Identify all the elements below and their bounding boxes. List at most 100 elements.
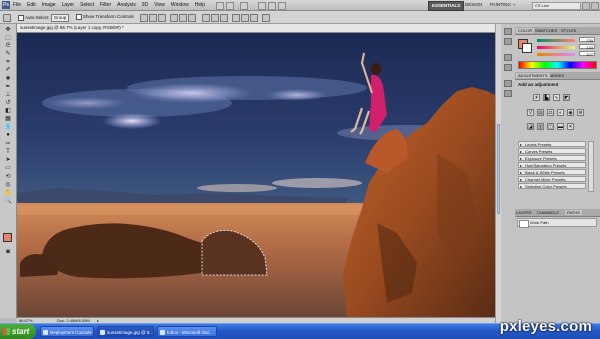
menu-image[interactable]: Image — [42, 2, 56, 8]
menu-3d[interactable]: 3D — [142, 2, 148, 8]
tab-layers[interactable]: LAYERS — [516, 210, 532, 215]
preset-black-white[interactable]: Black & White Presets — [518, 169, 586, 175]
color-balance-icon[interactable]: ⚖ — [547, 109, 554, 116]
distribute-top-icon[interactable] — [202, 14, 210, 22]
curves-icon[interactable]: ∿ — [553, 94, 560, 101]
task-photoshop[interactable]: sunsetimage.jpg @ 6... — [97, 326, 154, 337]
healing-brush-tool-icon[interactable]: ✚ — [4, 76, 12, 83]
path-row[interactable]: Work Path — [517, 218, 597, 228]
3d-rotate-tool-icon[interactable]: ⟲ — [4, 174, 12, 181]
red-slider[interactable]: R 230 — [517, 37, 599, 43]
invert-icon[interactable]: ◪ — [527, 123, 534, 130]
preset-hue-saturation[interactable]: Hue/Saturation Presets — [518, 162, 586, 168]
auto-align-icon[interactable] — [262, 14, 270, 22]
shape-tool-icon[interactable]: ▭ — [4, 165, 12, 172]
history-brush-tool-icon[interactable]: ↺ — [4, 100, 12, 107]
pen-tool-icon[interactable]: ✑ — [4, 141, 12, 148]
screen-mode-icon[interactable] — [278, 2, 286, 10]
posterize-icon[interactable]: ▥ — [537, 123, 544, 130]
vibrance-icon[interactable]: V — [527, 109, 534, 116]
quick-selection-tool-icon[interactable]: ✎ — [4, 51, 12, 58]
tab-styles[interactable]: STYLES — [561, 28, 576, 33]
blur-tool-icon[interactable]: 💧 — [4, 124, 12, 131]
distribute-center-icon[interactable] — [241, 14, 249, 22]
eraser-tool-icon[interactable]: ◧ — [4, 108, 12, 115]
image-canvas[interactable] — [17, 33, 495, 317]
menu-help[interactable]: Help — [195, 2, 205, 8]
brushes-panel-icon[interactable] — [504, 54, 512, 61]
tab-paths[interactable]: PATHS — [565, 210, 582, 215]
gradient-map-icon[interactable]: ▬ — [557, 123, 564, 130]
preset-curves[interactable]: Curves Presets — [518, 148, 586, 154]
menu-analysis[interactable]: Analysis — [117, 2, 136, 8]
3d-orbit-tool-icon[interactable]: ◎ — [4, 182, 12, 189]
preset-levels[interactable]: Levels Presets — [518, 141, 586, 147]
green-value[interactable]: 133 — [579, 44, 595, 50]
black-white-icon[interactable]: ◐ — [557, 109, 564, 116]
type-tool-icon[interactable]: T — [4, 149, 12, 156]
mini-bridge-icon[interactable] — [226, 2, 234, 10]
distribute-bottom-icon[interactable] — [220, 14, 228, 22]
blue-value[interactable]: 107 — [579, 51, 595, 57]
hand-tool-icon[interactable]: ✋ — [4, 190, 12, 197]
menu-edit[interactable]: Edit — [27, 2, 36, 8]
auto-select-checkbox[interactable] — [18, 15, 24, 21]
preset-exposure[interactable]: Exposure Presets — [518, 155, 586, 161]
distribute-middle-icon[interactable] — [211, 14, 219, 22]
color-ramp[interactable] — [518, 61, 597, 69]
workspace-essentials[interactable]: ESSENTIALS — [428, 1, 465, 11]
show-transform-option[interactable]: Show Transform Controls — [76, 14, 134, 20]
eyedropper-tool-icon[interactable]: ✐ — [4, 67, 12, 74]
blue-track[interactable] — [537, 53, 575, 56]
hand-tool-icon[interactable] — [258, 2, 266, 10]
distribute-right-icon[interactable] — [250, 14, 258, 22]
tab-adjustments[interactable]: ADJUSTMENTS — [516, 73, 550, 78]
channel-mixer-icon[interactable]: ⊛ — [577, 109, 584, 116]
dodge-tool-icon[interactable]: ● — [4, 132, 12, 139]
photo-filter-icon[interactable]: ◉ — [567, 109, 574, 116]
document-tab[interactable]: sunsetimage.jpg @ 66.7% (Layer 1 copy, R… — [17, 24, 495, 33]
blue-slider[interactable]: B 107 — [517, 51, 599, 57]
levels-icon[interactable]: ▙ — [543, 94, 550, 101]
menu-file[interactable]: File — [13, 2, 21, 8]
close-button[interactable] — [591, 2, 599, 10]
align-left-icon[interactable] — [170, 14, 178, 22]
show-transform-checkbox[interactable] — [76, 14, 82, 20]
threshold-icon[interactable]: ◫ — [547, 123, 554, 130]
zoom-level-icon[interactable] — [240, 2, 248, 10]
menu-filter[interactable]: Filter — [100, 2, 111, 8]
auto-select-dropdown[interactable]: Group — [50, 14, 70, 22]
red-track[interactable] — [537, 39, 575, 42]
auto-select-option[interactable]: Auto-Select: Group — [18, 14, 70, 22]
marquee-tool-icon[interactable]: ⬚ — [4, 35, 12, 42]
selective-color-icon[interactable]: ✕ — [567, 123, 574, 130]
start-button[interactable]: start — [0, 324, 36, 339]
align-center-icon[interactable] — [179, 14, 187, 22]
menu-layer[interactable]: Layer — [62, 2, 75, 8]
workspace-design[interactable]: DESIGN — [462, 1, 485, 9]
arrange-documents-icon[interactable] — [268, 2, 276, 10]
scrollbar-thumb[interactable] — [497, 124, 500, 214]
preset-selective-color[interactable]: Selective Color Presets — [518, 183, 586, 189]
cs-live-button[interactable]: CS Live — [532, 2, 581, 10]
menu-select[interactable]: Select — [80, 2, 94, 8]
path-selection-tool-icon[interactable]: ➤ — [4, 157, 12, 164]
brush-tool-icon[interactable]: ✒ — [4, 84, 12, 91]
move-tool-icon[interactable]: ✥ — [4, 27, 12, 34]
lasso-tool-icon[interactable]: ᘓ — [4, 43, 12, 50]
bridge-icon[interactable] — [216, 2, 224, 10]
green-track[interactable] — [537, 46, 575, 49]
align-bottom-icon[interactable] — [158, 14, 166, 22]
exposure-icon[interactable]: ◩ — [563, 94, 570, 101]
align-top-icon[interactable] — [140, 14, 148, 22]
distribute-left-icon[interactable] — [232, 14, 240, 22]
history-panel-icon[interactable] — [504, 28, 512, 35]
actions-panel-icon[interactable] — [504, 38, 512, 45]
tab-color[interactable]: COLOR — [516, 28, 535, 33]
red-value[interactable]: 230 — [579, 37, 595, 43]
quick-mask-icon[interactable]: ◙ — [4, 249, 12, 256]
tab-channels[interactable]: CHANNELS — [537, 210, 559, 215]
task-deployment-console[interactable]: Deployment Console — [40, 326, 94, 337]
zoom-tool-icon[interactable]: 🔍 — [4, 198, 12, 205]
character-panel-icon[interactable] — [504, 80, 512, 87]
